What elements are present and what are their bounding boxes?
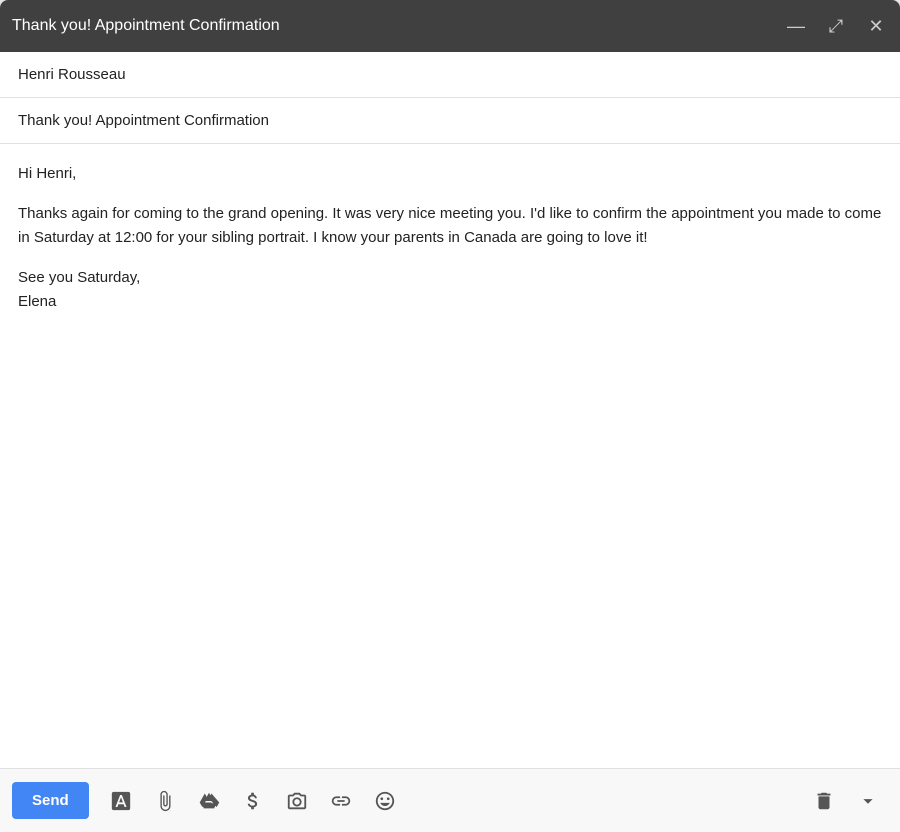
maximize-button[interactable]: ⤢ — [824, 14, 848, 38]
font-button[interactable] — [101, 781, 141, 821]
font-icon — [110, 790, 132, 812]
attach-button[interactable] — [145, 781, 185, 821]
compose-window: Thank you! Appointment Confirmation — ⤢ … — [0, 0, 900, 832]
delete-button[interactable] — [804, 781, 844, 821]
close-button[interactable]: ✕ — [864, 14, 888, 38]
more-options-button[interactable] — [848, 781, 888, 821]
email-body[interactable]: Hi Henri, Thanks again for coming to the… — [0, 144, 900, 768]
window-controls: — ⤢ ✕ — [784, 14, 888, 38]
closing-line: See you Saturday, — [18, 269, 140, 286]
subject-field[interactable]: Thank you! Appointment Confirmation — [0, 98, 900, 144]
money-button[interactable] — [233, 781, 273, 821]
toolbar-right-group — [804, 781, 888, 821]
link-icon — [330, 790, 352, 812]
signature: Elena — [18, 293, 56, 310]
trash-icon — [813, 790, 835, 812]
photo-button[interactable] — [277, 781, 317, 821]
minimize-button[interactable]: — — [784, 14, 808, 38]
compose-toolbar: Send — [0, 768, 900, 832]
chevron-down-icon — [857, 790, 879, 812]
title-bar: Thank you! Appointment Confirmation — ⤢ … — [0, 0, 900, 52]
window-title: Thank you! Appointment Confirmation — [12, 17, 280, 35]
camera-icon — [286, 790, 308, 812]
subject-value: Thank you! Appointment Confirmation — [18, 112, 269, 129]
drive-icon — [198, 790, 220, 812]
greeting: Hi Henri, — [18, 162, 882, 186]
emoji-button[interactable] — [365, 781, 405, 821]
to-value: Henri Rousseau — [18, 66, 126, 83]
send-button[interactable]: Send — [12, 782, 89, 819]
attachment-icon — [154, 790, 176, 812]
drive-button[interactable] — [189, 781, 229, 821]
closing: See you Saturday, Elena — [18, 266, 882, 314]
emoji-icon — [374, 790, 396, 812]
link-button[interactable] — [321, 781, 361, 821]
body-paragraph-1: Thanks again for coming to the grand ope… — [18, 202, 882, 250]
to-field[interactable]: Henri Rousseau — [0, 52, 900, 98]
dollar-icon — [242, 790, 264, 812]
